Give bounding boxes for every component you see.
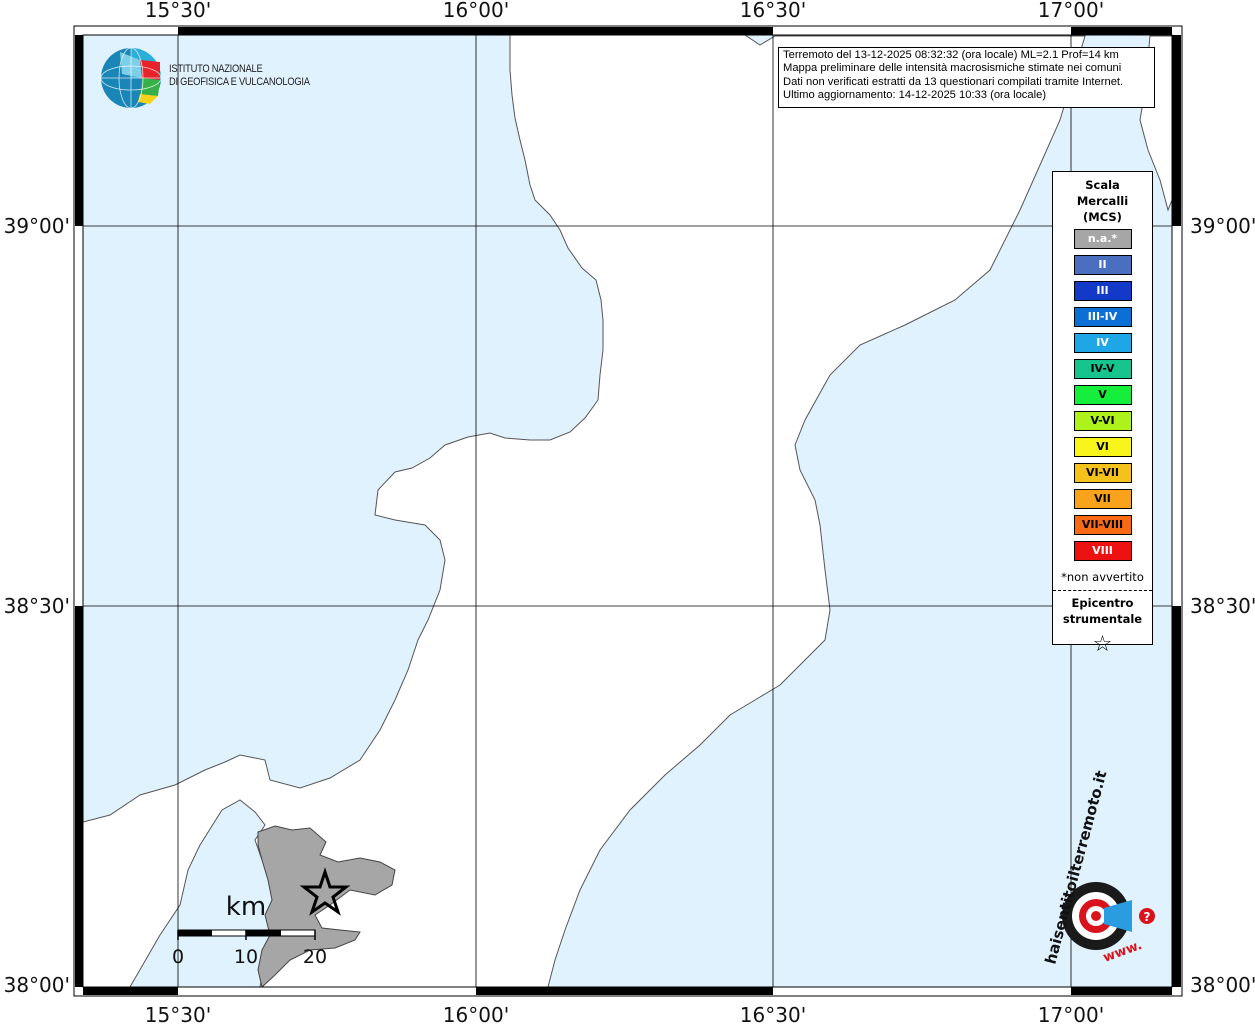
- legend-star-icon: ☆: [1092, 632, 1113, 657]
- legend-item: VII-VIII: [1073, 515, 1132, 535]
- lat-label-left-3: 38°00': [4, 973, 70, 997]
- legend-item: VII: [1073, 489, 1132, 509]
- legend-items: n.a.* II III III-IV IV IV-V V V-VI VI VI-VII VII VI…: [1053, 229, 1152, 561]
- hsit-question: ?: [1144, 910, 1151, 924]
- legend-item: III: [1073, 281, 1132, 301]
- mcs-legend: Scala Mercalli (MCS) n.a.* II III III-IV IV I…: [1052, 171, 1153, 657]
- earthquake-info-box: Terremoto del 13-12-2025 08:32:32 (ora l…: [778, 47, 1155, 108]
- legend-divider: [1053, 590, 1152, 591]
- ingv-logo-line1: ISTITUTO NAZIONALE: [169, 63, 263, 75]
- legend-epicenter-line2: strumentale: [1062, 612, 1143, 626]
- legend-item: V-VI: [1073, 411, 1132, 431]
- legend-item: n.a.*: [1073, 229, 1132, 249]
- legend-epicenter-label: Epicentro strumentale: [1053, 595, 1152, 627]
- lat-label-left-2: 38°30': [4, 594, 70, 618]
- lat-label-right-3: 38°00': [1190, 973, 1255, 997]
- lon-label-bottom-4: 17°00': [1038, 1003, 1104, 1024]
- ingv-logo-text: ISTITUTO NAZIONALE DI GEOFISICA E VULCAN…: [169, 63, 335, 89]
- lon-label-bottom-3: 16°30': [740, 1003, 806, 1024]
- lat-label-right-1: 39°00': [1190, 214, 1255, 238]
- legend-item: III-IV: [1073, 307, 1132, 327]
- legend-epicenter-line1: Epicentro: [1071, 596, 1134, 610]
- ingv-logo-icon: [100, 47, 162, 109]
- scale-tick-0: 0: [172, 946, 184, 968]
- legend-item: V: [1073, 385, 1132, 405]
- legend-title-line3: (MCS): [1083, 210, 1122, 224]
- legend-item: IV: [1073, 333, 1132, 353]
- lon-label-bottom-2: 16°00': [443, 1003, 509, 1024]
- legend-item: II: [1073, 255, 1132, 275]
- lon-label-top-1: 15°30': [145, 0, 211, 22]
- ingv-logo-line2: DI GEOFISICA E VULCANOLOGIA: [169, 76, 310, 88]
- scale-unit: km: [226, 892, 266, 922]
- legend-item: VI-VII: [1073, 463, 1132, 483]
- info-line-4: Ultimo aggiornamento: 14-12-2025 10:33 (…: [783, 89, 1047, 102]
- legend-item: VIII: [1073, 541, 1132, 561]
- lat-label-left-1: 39°00': [4, 214, 70, 238]
- info-line-1: Terremoto del 13-12-2025 08:32:32 (ora l…: [783, 49, 1119, 61]
- lon-label-bottom-1: 15°30': [145, 1003, 211, 1024]
- scale-tick-20: 20: [303, 946, 327, 968]
- legend-title-line1: Scala: [1085, 178, 1120, 192]
- info-line-3: Dati non verificati estratti da 13 quest…: [783, 75, 1124, 88]
- legend-title-line2: Mercalli: [1076, 194, 1129, 208]
- scale-tick-10: 10: [234, 946, 258, 968]
- legend-item: VI: [1073, 437, 1132, 457]
- legend-note: *non avvertito: [1061, 570, 1144, 584]
- lon-label-top-3: 16°30': [740, 0, 806, 22]
- legend-title: Scala Mercalli (MCS): [1053, 177, 1152, 225]
- lon-label-top-2: 16°00': [443, 0, 509, 22]
- legend-item: IV-V: [1073, 359, 1132, 379]
- lat-label-right-2: 38°30': [1190, 594, 1255, 618]
- info-line-2: Mappa preliminare delle intensità macros…: [783, 62, 1122, 75]
- lon-label-top-4: 17°00': [1038, 0, 1104, 22]
